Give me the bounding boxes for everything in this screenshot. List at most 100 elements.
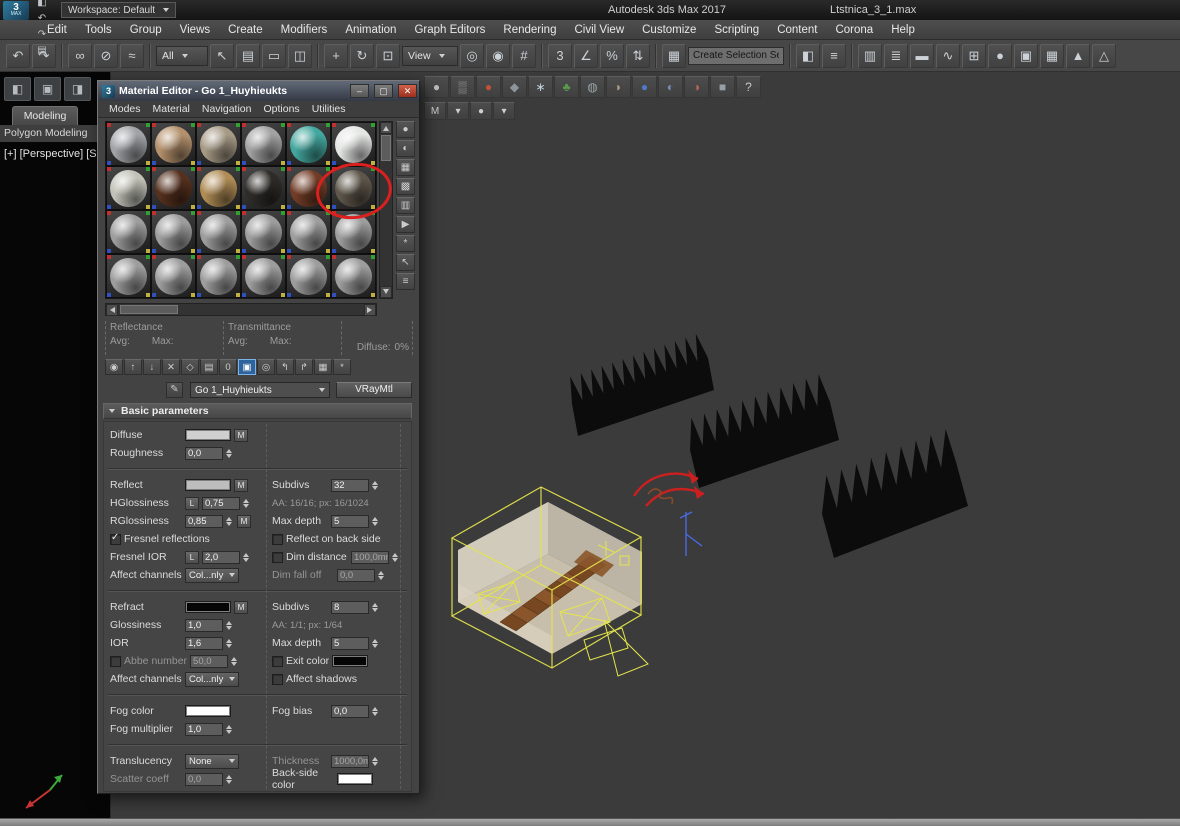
material-slot-15[interactable] (196, 210, 241, 254)
material-slot-5[interactable] (286, 122, 331, 166)
ribbon-quick-icon-1[interactable]: ◧ (4, 77, 31, 101)
reflect-max-depth-spinner[interactable]: 5 (331, 515, 380, 528)
selection-filter-dropdown[interactable]: All (156, 46, 208, 66)
make-preview-button[interactable]: ▶ (396, 216, 415, 233)
diffuse-map-button[interactable]: M (234, 429, 248, 442)
material-slot-14[interactable] (151, 210, 196, 254)
menu-corona[interactable]: Corona (826, 20, 882, 40)
gray-sphere-icon[interactable]: ● (424, 76, 449, 98)
fresnel-ior-spinner[interactable]: 2,0 (202, 551, 251, 564)
render-production-button[interactable]: ▲ (1066, 44, 1090, 68)
exit-color-checkbox[interactable] (272, 656, 283, 667)
scroll-right-icon[interactable] (364, 304, 376, 316)
mini-caret-1[interactable]: ▾ (447, 102, 469, 120)
mini-sphere-button[interactable]: ● (470, 102, 492, 120)
menu-tools[interactable]: Tools (76, 20, 121, 40)
toggle-layer-explorer-button[interactable]: ≣ (884, 44, 908, 68)
material-editor-button[interactable]: ● (988, 44, 1012, 68)
fresnel-ior-lock-button[interactable]: L (185, 551, 199, 564)
render-iterative-button[interactable]: △ (1092, 44, 1116, 68)
material-slot-23[interactable] (286, 254, 331, 298)
menu-animation[interactable]: Animation (336, 20, 405, 40)
pick-material-from-object-button[interactable]: ✎ (166, 382, 183, 398)
menu-civil-view[interactable]: Civil View (565, 20, 633, 40)
menu-graph-editors[interactable]: Graph Editors (405, 20, 494, 40)
material-slot-24[interactable] (331, 254, 376, 298)
slots-horizontal-scrollbar[interactable] (105, 303, 377, 316)
hglossiness-lock-button[interactable]: L (185, 497, 199, 510)
ribbon-tab-polygon-modeling[interactable]: Polygon Modeling (0, 125, 110, 142)
show-material-in-viewport-button[interactable]: ▣ (238, 359, 256, 375)
material-slot-3[interactable] (196, 122, 241, 166)
percent-snap-toggle[interactable]: % (600, 44, 624, 68)
viewport-label[interactable]: [+] [Perspective] [S (4, 148, 97, 160)
edit-named-selection-sets-button[interactable]: ▦ (662, 44, 686, 68)
minimize-button[interactable]: – (350, 84, 369, 98)
abbe-number-spinner[interactable]: 50,0 (190, 655, 239, 668)
rglossiness-map-button[interactable]: M (237, 515, 251, 528)
reference-coordinate-system-dropdown[interactable]: View (402, 46, 458, 66)
menu-customize[interactable]: Customize (633, 20, 705, 40)
select-and-move-button[interactable]: + (324, 44, 348, 68)
dim-distance-checkbox[interactable] (272, 552, 283, 563)
menu-help[interactable]: Help (882, 20, 924, 40)
material-slot-16[interactable] (241, 210, 286, 254)
scroll-left-icon[interactable] (106, 304, 118, 316)
material-slot-20[interactable] (151, 254, 196, 298)
sample-uv-tiling-button[interactable]: ▩ (396, 178, 415, 195)
back-side-color-swatch[interactable] (337, 773, 373, 785)
fresnel-reflections-checkbox[interactable] (110, 534, 121, 545)
affect-channels-dropdown[interactable]: Col...nly (185, 568, 239, 583)
ribbon-tab-modeling[interactable]: Modeling (12, 106, 78, 125)
assign-material-to-selection-button[interactable]: ↓ (143, 359, 161, 375)
scrollbar-thumb[interactable] (381, 135, 391, 161)
material-name-dropdown[interactable]: Go 1_Huyhieukts (190, 382, 330, 398)
reset-map-button[interactable]: ✕ (162, 359, 180, 375)
curve-editor-button[interactable]: ∿ (936, 44, 960, 68)
menu-views[interactable]: Views (171, 20, 219, 40)
dim-distance-spinner[interactable]: 100,0mm (351, 551, 400, 564)
snowflake-icon[interactable]: ∗ (528, 76, 553, 98)
align-button[interactable]: ≡ (822, 44, 846, 68)
menu-create[interactable]: Create (219, 20, 272, 40)
menu-rendering[interactable]: Rendering (494, 20, 565, 40)
material-id-channel-button[interactable]: 0 (219, 359, 237, 375)
save-file-button[interactable]: ◧ (33, 0, 51, 10)
material-mini-dropdown[interactable]: M (424, 102, 446, 120)
material-editor-titlebar[interactable]: 3 Material Editor - Go 1_Huyhieukts – ▢ … (98, 81, 419, 101)
material-slot-1[interactable] (106, 122, 151, 166)
undo-button[interactable]: ↶ (6, 44, 30, 68)
scatter-coeff-spinner[interactable]: 0,0 (185, 773, 234, 786)
menu-scripting[interactable]: Scripting (705, 20, 768, 40)
select-object-button[interactable]: ↖ (210, 44, 234, 68)
slots-vertical-scrollbar[interactable] (379, 121, 393, 299)
unlink-selection-button[interactable]: ⊘ (94, 44, 118, 68)
workspace-dropdown[interactable]: Workspace: Default (61, 2, 176, 18)
undo-quick-button[interactable]: ↶ (33, 10, 51, 26)
fog-bias-spinner[interactable]: 0,0 (331, 705, 380, 718)
scroll-up-icon[interactable] (380, 122, 392, 134)
material-slot-19[interactable] (106, 254, 151, 298)
me-menu-material[interactable]: Material (148, 103, 195, 115)
plant-icon[interactable]: ♣ (554, 76, 579, 98)
make-material-copy-button[interactable]: ◇ (181, 359, 199, 375)
keyboard-shortcut-override-toggle[interactable]: # (512, 44, 536, 68)
redo-quick-button[interactable]: ↷ (33, 26, 51, 42)
schematic-view-button[interactable]: ⊞ (962, 44, 986, 68)
diffuse-color-swatch[interactable] (185, 429, 231, 441)
background-button[interactable]: ▦ (396, 159, 415, 176)
refract-max-depth-spinner[interactable]: 5 (331, 637, 380, 650)
dim-falloff-spinner[interactable]: 0,0 (337, 569, 386, 582)
render-setup-button[interactable]: ▣ (1014, 44, 1038, 68)
basic-parameters-rollout[interactable]: Basic parameters (103, 403, 412, 419)
glossiness-spinner[interactable]: 1,0 (185, 619, 234, 632)
affect-channels-refract-dropdown[interactable]: Col...nly (185, 672, 239, 687)
menu-modifiers[interactable]: Modifiers (272, 20, 337, 40)
material-slot-17[interactable] (286, 210, 331, 254)
material-slot-6[interactable] (331, 122, 376, 166)
select-by-material-button[interactable]: ↖ (396, 254, 415, 271)
material-slot-22[interactable] (241, 254, 286, 298)
put-to-library-button[interactable]: ▤ (200, 359, 218, 375)
me-menu-options[interactable]: Options (259, 103, 305, 115)
project-folder-button[interactable]: ▤ (33, 42, 51, 58)
